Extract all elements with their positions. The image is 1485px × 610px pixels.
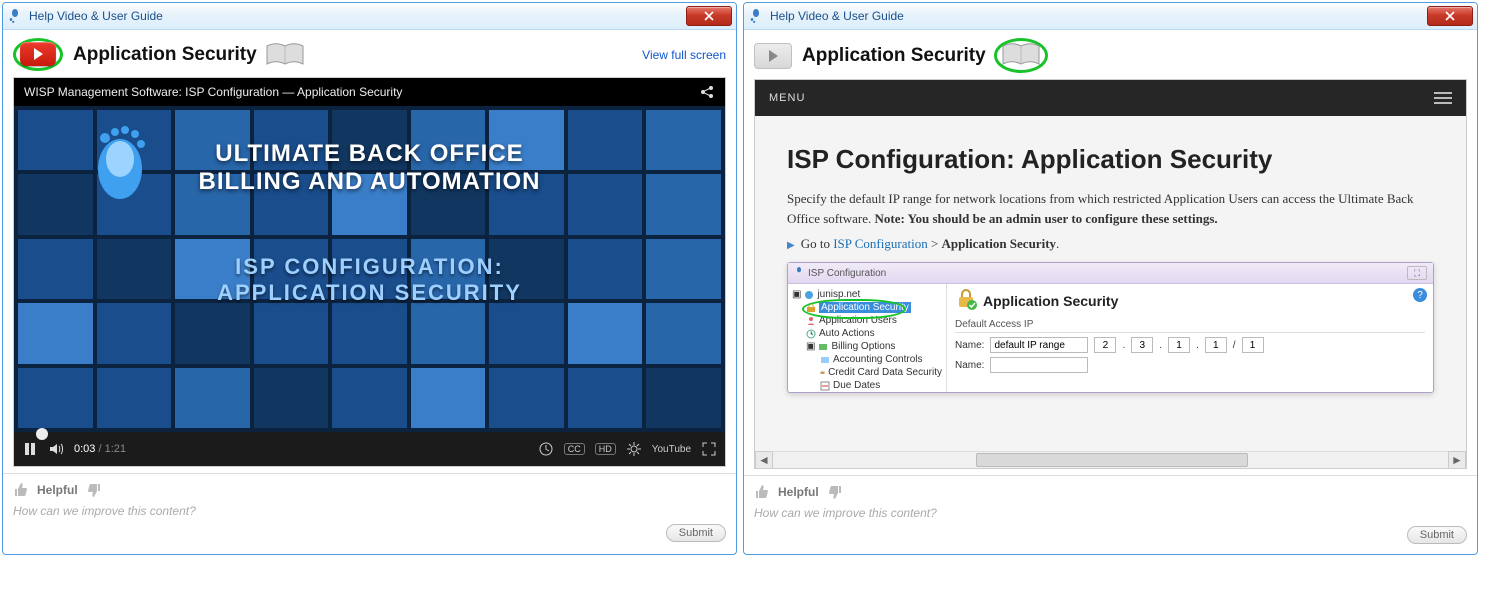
- book-icon[interactable]: [1001, 42, 1041, 68]
- help-window-video: Help Video & User Guide Application Secu…: [2, 2, 737, 555]
- video-player[interactable]: WISP Management Software: ISP Configurat…: [13, 77, 726, 467]
- submit-button[interactable]: Submit: [1407, 526, 1467, 544]
- help-icon: ?: [1413, 288, 1427, 302]
- foot-logo-icon: [85, 124, 155, 214]
- thumbs-down-icon[interactable]: [86, 482, 102, 498]
- header-row: Application Security View full screen: [3, 30, 736, 77]
- thumbs-up-icon[interactable]: [754, 484, 770, 500]
- bullet-icon: ▶: [787, 240, 795, 251]
- view-full-screen-link[interactable]: View full screen: [642, 48, 726, 62]
- app-foot-icon: [748, 8, 764, 24]
- feedback-footer: Helpful How can we improve this content?…: [744, 475, 1477, 554]
- scroll-thumb[interactable]: [976, 453, 1248, 467]
- config-detail: ? Application Security Default Access IP…: [947, 284, 1433, 392]
- screenshot-isp-config: ISP Configuration ⛶ ▣junisp.net Applicat…: [787, 262, 1434, 393]
- lock-check-icon: [955, 288, 977, 313]
- submit-button[interactable]: Submit: [666, 524, 726, 542]
- feedback-footer: Helpful How can we improve this content?…: [3, 473, 736, 552]
- video-headline-1: ULTIMATE BACK OFFICE: [215, 140, 523, 168]
- video-sub-2: APPLICATION SECURITY: [217, 280, 522, 306]
- scroll-left-arrow[interactable]: ◄: [755, 451, 773, 469]
- close-button[interactable]: [1427, 6, 1473, 26]
- scroll-track[interactable]: [773, 452, 1448, 468]
- video-title: WISP Management Software: ISP Configurat…: [24, 85, 402, 99]
- video-sub-1: ISP CONFIGURATION:: [235, 254, 504, 280]
- feedback-input[interactable]: How can we improve this content?: [754, 506, 1467, 520]
- page-title: Application Security: [802, 45, 986, 67]
- isp-config-link[interactable]: ISP Configuration: [833, 236, 928, 251]
- help-window-guide: Help Video & User Guide Application Secu…: [743, 2, 1478, 555]
- time-current: 0:03: [74, 443, 95, 455]
- helpful-label: Helpful: [37, 483, 78, 497]
- settings-gear-icon[interactable]: [626, 441, 642, 457]
- share-icon[interactable]: [699, 84, 715, 100]
- video-title-bar: WISP Management Software: ISP Configurat…: [14, 78, 725, 106]
- titlebar[interactable]: Help Video & User Guide: [3, 3, 736, 30]
- video-icon-inactive[interactable]: [754, 43, 792, 69]
- header-row: Application Security: [744, 30, 1477, 79]
- page-title: Application Security: [73, 44, 257, 66]
- guide-heading: ISP Configuration: Application Security: [787, 144, 1434, 175]
- video-frame[interactable]: ULTIMATE BACK OFFICE BILLING AND AUTOMAT…: [14, 106, 725, 432]
- youtube-logo[interactable]: YouTube: [652, 444, 691, 455]
- menu-label[interactable]: MENU: [769, 92, 805, 104]
- guide-panel: MENU ISP Configuration: Application Secu…: [754, 79, 1467, 469]
- titlebar[interactable]: Help Video & User Guide: [744, 3, 1477, 30]
- highlight-circle: [994, 38, 1048, 73]
- close-button[interactable]: [686, 6, 732, 26]
- pause-button[interactable]: [22, 441, 38, 457]
- volume-icon[interactable]: [48, 441, 64, 457]
- highlight-circle: [13, 38, 63, 71]
- hd-button[interactable]: HD: [595, 443, 616, 455]
- cc-button[interactable]: CC: [564, 443, 585, 455]
- window-title: Help Video & User Guide: [770, 9, 904, 23]
- mini-titlebar: ISP Configuration ⛶: [788, 263, 1433, 284]
- name-input: [990, 337, 1088, 353]
- thumbs-down-icon[interactable]: [827, 484, 843, 500]
- feedback-input[interactable]: How can we improve this content?: [13, 504, 726, 518]
- time-duration: 1:21: [105, 443, 126, 455]
- guide-menu-bar[interactable]: MENU: [755, 80, 1466, 116]
- hamburger-icon[interactable]: [1434, 92, 1452, 104]
- horizontal-scrollbar[interactable]: ◄ ►: [755, 451, 1466, 468]
- mini-app-icon: [794, 267, 804, 280]
- guide-paragraph: Specify the default IP range for network…: [787, 189, 1434, 228]
- guide-body: ISP Configuration: Application Security …: [755, 116, 1466, 451]
- fullscreen-icon[interactable]: [701, 441, 717, 457]
- scroll-right-arrow[interactable]: ►: [1448, 451, 1466, 469]
- tree-item-app-security: Application Security: [792, 301, 942, 314]
- mini-close-icon: ⛶: [1407, 266, 1427, 280]
- watch-later-icon[interactable]: [538, 441, 554, 457]
- video-headline-2: BILLING AND AUTOMATION: [199, 168, 541, 196]
- youtube-icon[interactable]: [20, 42, 56, 66]
- window-title: Help Video & User Guide: [29, 9, 163, 23]
- book-icon[interactable]: [265, 42, 305, 68]
- app-foot-icon: [7, 8, 23, 24]
- thumbs-up-icon[interactable]: [13, 482, 29, 498]
- config-tree: ▣junisp.net Application Security Applica…: [788, 284, 947, 392]
- guide-nav-step: ▶ Go to ISP Configuration > Application …: [787, 236, 1434, 252]
- helpful-label: Helpful: [778, 485, 819, 499]
